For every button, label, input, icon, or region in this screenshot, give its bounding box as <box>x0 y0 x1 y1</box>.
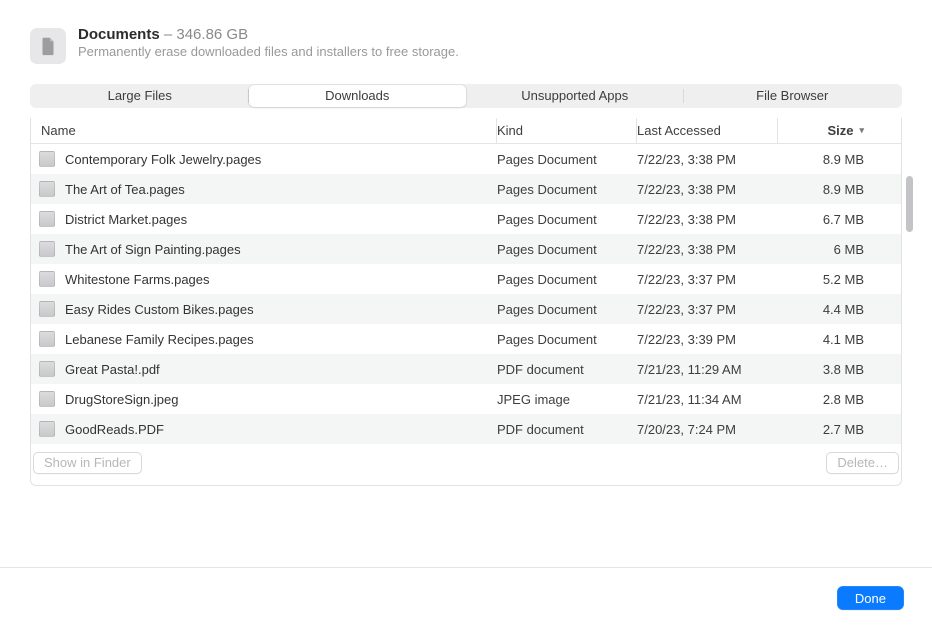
file-kind: Pages Document <box>497 152 637 167</box>
file-icon <box>39 361 55 377</box>
table-row[interactable]: The Art of Tea.pages Pages Document7/22/2… <box>31 174 901 204</box>
file-size: 3.8 MB <box>778 362 884 377</box>
file-icon <box>39 181 55 197</box>
file-name: Whitestone Farms.pages <box>65 272 210 287</box>
tab-unsupported-apps[interactable]: Unsupported Apps <box>466 85 684 107</box>
file-icon <box>39 391 55 407</box>
file-icon <box>39 211 55 227</box>
bottom-bar: Done <box>0 568 932 628</box>
show-in-finder-button[interactable]: Show in Finder <box>33 452 142 474</box>
file-last-accessed: 7/22/23, 3:38 PM <box>637 212 778 227</box>
column-header-last-accessed[interactable]: Last Accessed <box>637 118 778 143</box>
tab-downloads[interactable]: Downloads <box>249 85 467 107</box>
header-title: Documents <box>78 26 160 43</box>
file-name: Great Pasta!.pdf <box>65 362 160 377</box>
tab-bar: Large Files Downloads Unsupported Apps F… <box>30 84 902 108</box>
file-size: 8.9 MB <box>778 182 884 197</box>
column-header-kind[interactable]: Kind <box>497 118 637 143</box>
file-size: 8.9 MB <box>778 152 884 167</box>
file-name: Easy Rides Custom Bikes.pages <box>65 302 254 317</box>
file-kind: JPEG image <box>497 392 637 407</box>
file-name: The Art of Tea.pages <box>65 182 185 197</box>
file-last-accessed: 7/22/23, 3:37 PM <box>637 302 778 317</box>
file-last-accessed: 7/22/23, 3:39 PM <box>637 332 778 347</box>
table-header: Name Kind Last Accessed Size ▾ <box>31 118 901 144</box>
file-name: DrugStoreSign.jpeg <box>65 392 178 407</box>
documents-category-icon <box>30 28 66 64</box>
table-row[interactable]: DrugStoreSign.jpeg JPEG image7/21/23, 11:… <box>31 384 901 414</box>
tab-large-files[interactable]: Large Files <box>31 85 249 107</box>
file-name: The Art of Sign Painting.pages <box>65 242 241 257</box>
file-kind: PDF document <box>497 422 637 437</box>
table-body[interactable]: Contemporary Folk Jewelry.pages Pages Doc… <box>31 144 901 444</box>
tab-file-browser[interactable]: File Browser <box>684 85 902 107</box>
file-name: Contemporary Folk Jewelry.pages <box>65 152 261 167</box>
file-name: District Market.pages <box>65 212 187 227</box>
file-icon <box>39 241 55 257</box>
chevron-down-icon: ▾ <box>859 125 864 136</box>
table-row[interactable]: Whitestone Farms.pages Pages Document7/22… <box>31 264 901 294</box>
file-icon <box>39 421 55 437</box>
file-size: 2.8 MB <box>778 392 884 407</box>
file-name: GoodReads.PDF <box>65 422 164 437</box>
column-header-size[interactable]: Size ▾ <box>778 118 884 143</box>
table-row[interactable]: GoodReads.PDF PDF document7/20/23, 7:24 P… <box>31 414 901 444</box>
table-row[interactable]: Great Pasta!.pdf PDF document7/21/23, 11:… <box>31 354 901 384</box>
file-kind: Pages Document <box>497 332 637 347</box>
file-kind: Pages Document <box>497 242 637 257</box>
table-row[interactable]: District Market.pages Pages Document7/22/… <box>31 204 901 234</box>
header-subtitle: Permanently erase downloaded files and i… <box>78 44 459 59</box>
file-icon <box>39 151 55 167</box>
file-kind: Pages Document <box>497 302 637 317</box>
file-size: 4.4 MB <box>778 302 884 317</box>
file-last-accessed: 7/22/23, 3:38 PM <box>637 152 778 167</box>
file-kind: Pages Document <box>497 182 637 197</box>
file-icon <box>39 301 55 317</box>
header-texts: Documents – 346.86 GB Permanently erase … <box>78 26 459 59</box>
file-size: 6.7 MB <box>778 212 884 227</box>
file-size: 4.1 MB <box>778 332 884 347</box>
file-last-accessed: 7/21/23, 11:34 AM <box>637 392 778 407</box>
file-size: 6 MB <box>778 242 884 257</box>
table-row[interactable]: Contemporary Folk Jewelry.pages Pages Doc… <box>31 144 901 174</box>
file-last-accessed: 7/22/23, 3:38 PM <box>637 242 778 257</box>
column-header-name[interactable]: Name <box>31 118 497 143</box>
header-title-line: Documents – 346.86 GB <box>78 26 459 43</box>
file-kind: Pages Document <box>497 212 637 227</box>
table-row[interactable]: Lebanese Family Recipes.pages Pages Docum… <box>31 324 901 354</box>
file-size: 5.2 MB <box>778 272 884 287</box>
file-size: 2.7 MB <box>778 422 884 437</box>
done-button[interactable]: Done <box>837 586 904 610</box>
file-last-accessed: 7/21/23, 11:29 AM <box>637 362 778 377</box>
file-icon <box>39 331 55 347</box>
file-last-accessed: 7/22/23, 3:37 PM <box>637 272 778 287</box>
storage-documents-window: Documents – 346.86 GB Permanently erase … <box>0 0 932 628</box>
file-last-accessed: 7/22/23, 3:38 PM <box>637 182 778 197</box>
file-icon <box>39 271 55 287</box>
table-footer: Show in Finder Delete… <box>31 444 901 474</box>
file-kind: Pages Document <box>497 272 637 287</box>
table-row[interactable]: Easy Rides Custom Bikes.pages Pages Docum… <box>31 294 901 324</box>
file-kind: PDF document <box>497 362 637 377</box>
header: Documents – 346.86 GB Permanently erase … <box>30 26 902 64</box>
header-size: – 346.86 GB <box>164 26 248 43</box>
file-last-accessed: 7/20/23, 7:24 PM <box>637 422 778 437</box>
file-name: Lebanese Family Recipes.pages <box>65 332 254 347</box>
delete-button[interactable]: Delete… <box>826 452 899 474</box>
table-row[interactable]: The Art of Sign Painting.pages Pages Docu… <box>31 234 901 264</box>
scrollbar-thumb[interactable] <box>906 176 913 232</box>
file-table: Name Kind Last Accessed Size ▾ Contempor… <box>30 118 902 486</box>
